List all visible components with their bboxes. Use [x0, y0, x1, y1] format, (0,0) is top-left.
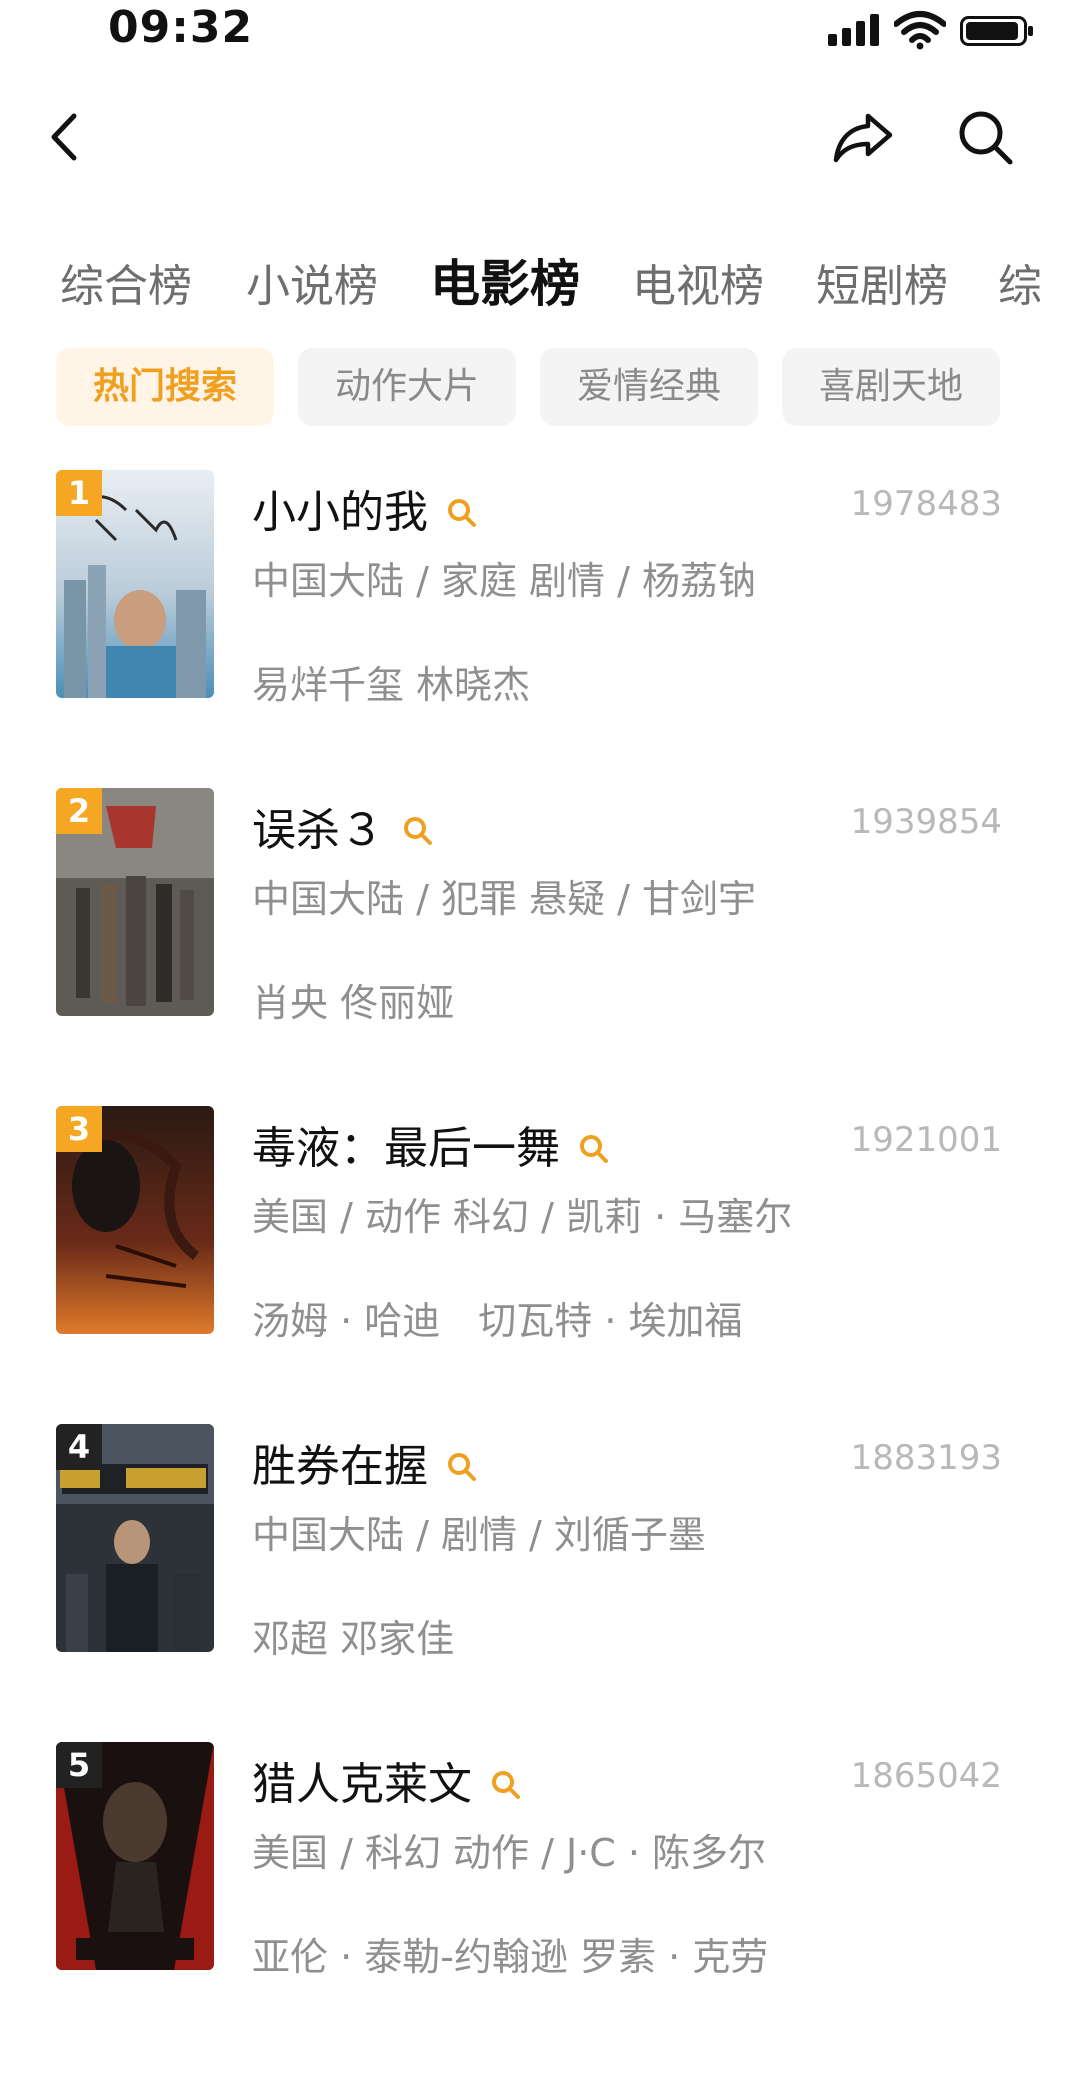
search-count: 1921001: [850, 1120, 1002, 1160]
movie-title[interactable]: 小小的我: [252, 476, 480, 540]
search-count: 1978483: [850, 484, 1002, 524]
status-bar: 09:32: [0, 0, 1080, 60]
movie-meta: 中国大陆 / 犯罪 悬疑 / 甘剑宇: [252, 877, 757, 921]
rank-badge: 5: [56, 1742, 102, 1788]
chip-action[interactable]: 动作大片: [298, 348, 516, 426]
search-count: 1865042: [850, 1756, 1002, 1796]
list-item[interactable]: 2 误杀３ 1939854 中国大陆 / 犯罪 悬疑 / 甘剑宇 肖央 佟丽娅: [0, 788, 1080, 1108]
movie-title-text: 小小的我: [252, 487, 428, 538]
movie-title[interactable]: 猎人克莱文: [252, 1748, 524, 1812]
search-icon[interactable]: [488, 1767, 524, 1803]
movie-poster[interactable]: 1: [56, 470, 214, 698]
wifi-icon: [894, 11, 946, 50]
rank-badge: 2: [56, 788, 102, 834]
movie-meta: 美国 / 动作 科幻 / 凯莉 · 马塞尔: [252, 1195, 793, 1239]
movie-title-text: 毒液：最后一舞: [252, 1123, 560, 1174]
nav-bar: [0, 80, 1080, 190]
chip-comedy[interactable]: 喜剧天地: [782, 348, 1000, 426]
battery-icon: [960, 16, 1033, 46]
rank-badge: 1: [56, 470, 102, 516]
movie-cast: 亚伦 · 泰勒-约翰逊 罗素 · 克劳: [252, 1935, 769, 1979]
movie-meta: 中国大陆 / 剧情 / 刘循子墨: [252, 1513, 706, 1557]
movie-poster[interactable]: 3: [56, 1106, 214, 1334]
movie-title[interactable]: 毒液：最后一舞: [252, 1112, 612, 1176]
search-icon[interactable]: [950, 102, 1020, 172]
movie-title[interactable]: 胜券在握: [252, 1430, 480, 1494]
filter-chips: 热门搜索 动作大片 爱情经典 喜剧天地: [56, 348, 1056, 428]
movie-meta: 美国 / 科幻 动作 / J·C · 陈多尔: [252, 1831, 767, 1875]
movie-meta: 中国大陆 / 家庭 剧情 / 杨荔钠: [252, 559, 757, 603]
movie-cast: 肖央 佟丽娅: [252, 981, 455, 1025]
rank-badge: 3: [56, 1106, 102, 1152]
list-item[interactable]: 5 猎人克莱文 1865042 美国 / 科幻 动作 / J·C · 陈多尔 亚…: [0, 1742, 1080, 2062]
movie-cast: 邓超 邓家佳: [252, 1617, 455, 1661]
tab-tv[interactable]: 电视榜: [632, 250, 764, 314]
tab-variety[interactable]: 综: [998, 250, 1040, 314]
movie-cast: 汤姆 · 哈迪 切瓦特 · 埃加福: [252, 1299, 743, 1343]
share-icon[interactable]: [828, 102, 898, 172]
movie-poster[interactable]: 4: [56, 1424, 214, 1652]
tab-movie[interactable]: 电影榜: [430, 244, 580, 316]
search-icon[interactable]: [576, 1131, 612, 1167]
status-time: 09:32: [108, 2, 254, 53]
movie-title-text: 误杀３: [252, 805, 384, 856]
movie-poster[interactable]: 2: [56, 788, 214, 1016]
movie-title[interactable]: 误杀３: [252, 794, 436, 858]
movie-poster[interactable]: 5: [56, 1742, 214, 1970]
tab-short-drama[interactable]: 短剧榜: [816, 250, 948, 314]
tab-overall[interactable]: 综合榜: [60, 250, 192, 314]
chip-romance[interactable]: 爱情经典: [540, 348, 758, 426]
movie-title-text: 猎人克莱文: [252, 1759, 472, 1810]
category-tabs: 综合榜 小说榜 电影榜 电视榜 短剧榜 综: [0, 240, 1040, 320]
search-icon[interactable]: [444, 495, 480, 531]
signal-icon: [828, 14, 882, 46]
search-icon[interactable]: [444, 1449, 480, 1485]
chip-hot-search[interactable]: 热门搜索: [56, 348, 274, 426]
rank-badge: 4: [56, 1424, 102, 1470]
movie-cast: 易烊千玺 林晓杰: [252, 663, 531, 707]
tab-novel[interactable]: 小说榜: [246, 250, 378, 314]
list-item[interactable]: 1 小小的我 1978483 中国大陆 / 家庭 剧情 / 杨荔钠 易烊千玺 林…: [0, 470, 1080, 790]
search-count: 1883193: [850, 1438, 1002, 1478]
search-icon[interactable]: [400, 813, 436, 849]
list-item[interactable]: 4 胜券在握 1883193 中国大陆 / 剧情 / 刘循子墨 邓超 邓家佳: [0, 1424, 1080, 1744]
chevron-left-icon[interactable]: [30, 102, 100, 172]
list-item[interactable]: 3 毒液：最后一舞 1921001 美国 / 动作 科幻 / 凯莉 · 马塞尔 …: [0, 1106, 1080, 1426]
search-count: 1939854: [850, 802, 1002, 842]
movie-title-text: 胜券在握: [252, 1441, 428, 1492]
